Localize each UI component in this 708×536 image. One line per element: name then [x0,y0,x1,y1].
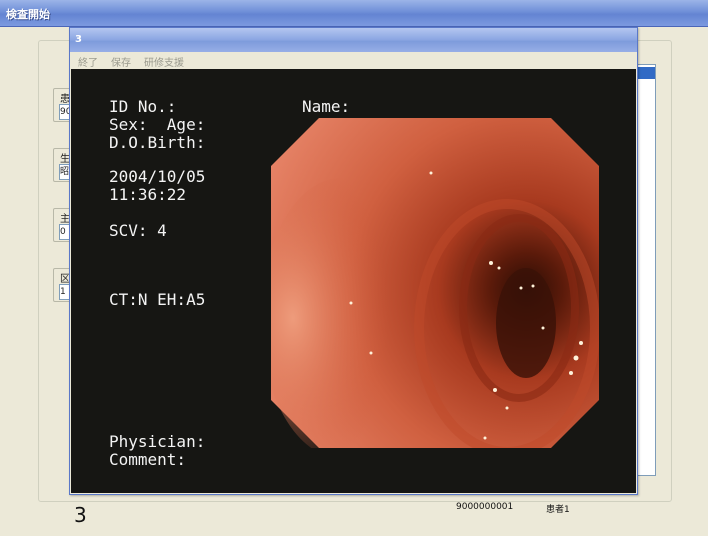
overlay-ct-eh: CT:N EH:A5 [109,290,206,309]
overlay-scv: SCV: 4 [109,221,167,240]
endoscopy-image [271,118,599,448]
overlay-physician-label: Physician: [109,432,206,451]
overlay-dob-label: D.O.Birth: [109,133,206,152]
overlay-name-label: Name: [302,97,351,116]
outer-window-title: 検査開始 [6,8,50,21]
menu-training-support[interactable]: 研修支援 [144,54,184,69]
exam-list-selected-row[interactable] [635,67,655,79]
overlay-comment-label: Comment: [109,450,187,469]
exam-number: 3 [74,503,87,527]
outer-titlebar[interactable]: 検査開始 [0,0,708,27]
menu-exit[interactable]: 終了 [78,54,98,69]
patient-id-text: 9000000001 [456,502,514,512]
overlay-id-label: ID No.: [109,97,177,116]
viewer-menubar: 終了 保存 研修支援 [70,52,637,69]
viewer-window-title: 3 [75,34,82,45]
image-viewer-window: 3 終了 保存 研修支援 ID No.: Name: Sex: Age: D.O… [69,27,638,495]
patient-name-text: 患者1 [546,505,570,515]
overlay-time: 11:36:22 [109,185,187,204]
overlay-sex-age-label: Sex: Age: [109,115,206,134]
menu-save[interactable]: 保存 [111,54,131,69]
viewer-titlebar[interactable]: 3 [70,28,637,52]
endoscopy-lumen [496,268,556,378]
overlay-date: 2004/10/05 [109,167,206,186]
endoscope-image-viewer: ID No.: Name: Sex: Age: D.O.Birth: 2004/… [71,69,636,493]
